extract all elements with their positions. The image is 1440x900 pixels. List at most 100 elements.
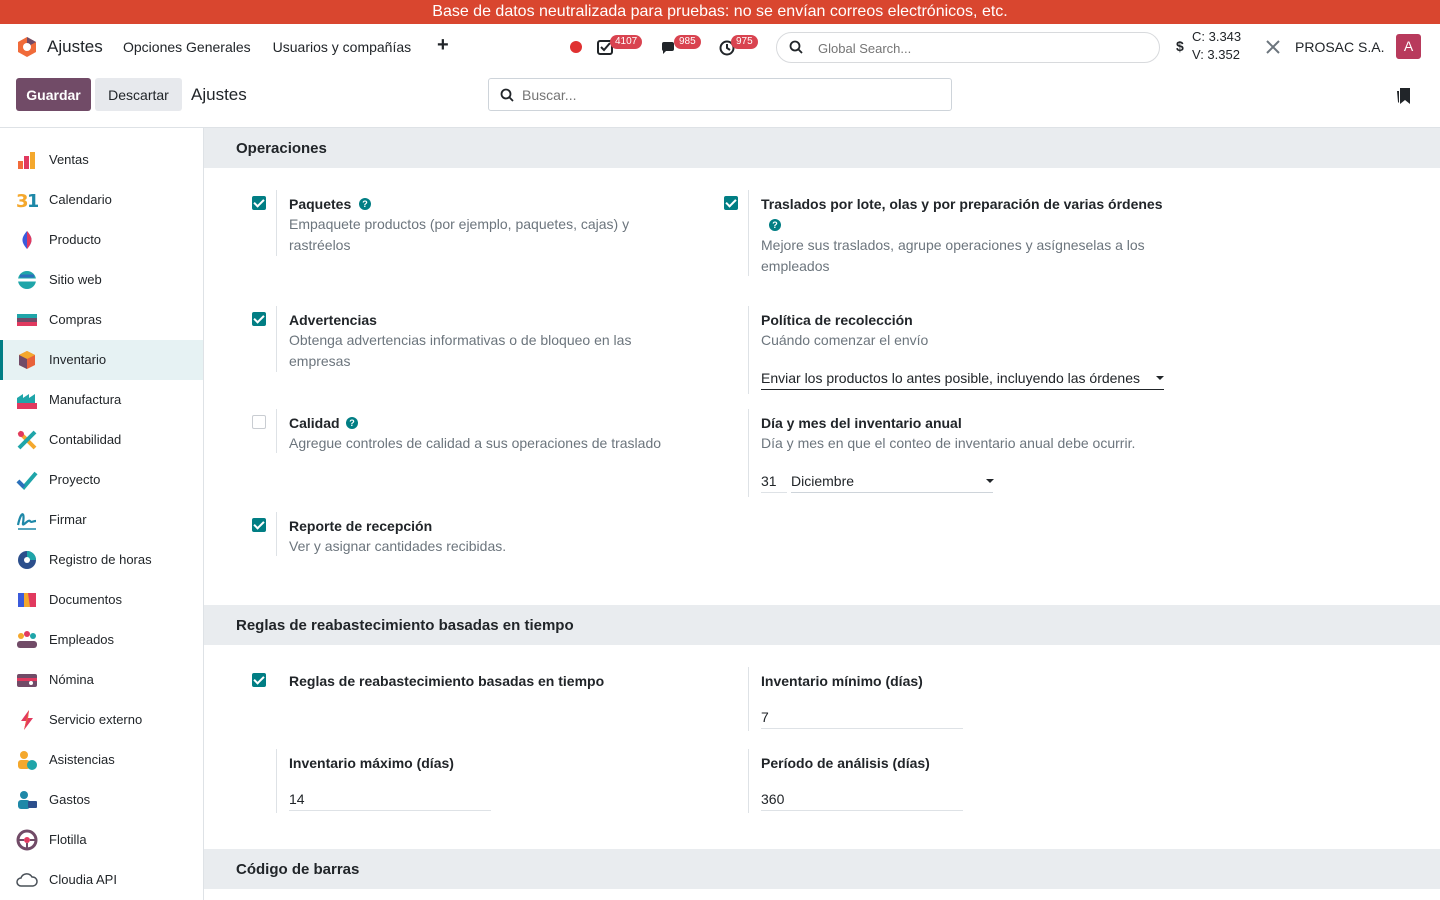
manufacturing-icon xyxy=(17,394,37,409)
app-name[interactable]: Ajustes xyxy=(47,37,103,57)
search-icon xyxy=(789,40,803,54)
currency-icon[interactable]: $ xyxy=(1176,38,1184,54)
sidebar-item-proyecto[interactable]: Proyecto xyxy=(0,460,203,500)
bookmark-icon[interactable] xyxy=(1396,87,1412,105)
chevron-down-icon xyxy=(986,479,994,483)
inventory-icon xyxy=(19,351,35,369)
dia-mes-title: Día y mes del inventario anual xyxy=(761,415,962,431)
cloud-icon xyxy=(16,873,38,887)
sidebar-item-documentos[interactable]: Documentos xyxy=(0,580,203,620)
plus-icon[interactable]: + xyxy=(437,34,449,57)
record-dot-icon[interactable] xyxy=(570,41,582,53)
divider xyxy=(276,409,277,453)
divider xyxy=(276,190,277,256)
control-panel: Guardar Descartar Ajustes xyxy=(0,70,1440,128)
settings-app-sidebar: Ventas 31 Calendario Producto Sitio web … xyxy=(0,128,204,900)
reporte-title: Reporte de recepción xyxy=(289,518,433,534)
sidebar-item-sitio-web[interactable]: Sitio web xyxy=(0,260,203,300)
divider xyxy=(276,512,277,556)
expenses-icon xyxy=(18,791,37,809)
sidebar-item-compras[interactable]: Compras xyxy=(0,300,203,340)
currency-rates[interactable]: C: 3.343 V: 3.352 xyxy=(1192,28,1241,64)
help-icon[interactable]: ? xyxy=(769,219,781,231)
inv-min-title: Inventario mínimo (días) xyxy=(761,673,923,689)
paquetes-desc: Empaquete productos (por ejemplo, paquet… xyxy=(289,216,630,253)
reporte-checkbox[interactable] xyxy=(252,518,266,532)
sidebar-item-contabilidad[interactable]: Contabilidad xyxy=(0,420,203,460)
test-database-banner: Base de datos neutralizada para pruebas:… xyxy=(0,0,1440,24)
sidebar-item-ventas[interactable]: Ventas xyxy=(0,140,203,180)
paquetes-checkbox[interactable] xyxy=(252,196,266,210)
calidad-desc: Agregue controles de calidad a sus opera… xyxy=(289,435,662,451)
sidebar-item-servicio-externo[interactable]: Servicio externo xyxy=(0,700,203,740)
sidebar-item-nomina[interactable]: Nómina xyxy=(0,660,203,700)
advertencias-checkbox[interactable] xyxy=(252,312,266,326)
sidebar-item-manufactura[interactable]: Manufactura xyxy=(0,380,203,420)
project-icon xyxy=(16,471,38,490)
inv-max-title: Inventario máximo (días) xyxy=(289,755,454,771)
user-avatar[interactable]: A xyxy=(1396,34,1421,59)
sidebar-item-inventario[interactable]: Inventario xyxy=(0,340,203,380)
sidebar-item-empleados[interactable]: Empleados xyxy=(0,620,203,660)
politica-select[interactable]: Enviar los productos lo antes posible, i… xyxy=(761,368,1164,390)
save-button[interactable]: Guardar xyxy=(16,78,91,111)
menu-usuarios-companias[interactable]: Usuarios y compañías xyxy=(273,39,412,55)
dia-mes-desc: Día y mes en que el conteo de inventario… xyxy=(761,435,1136,451)
settings-search-input[interactable] xyxy=(522,86,942,104)
global-search-input[interactable] xyxy=(818,39,1148,57)
sidebar-item-calendario[interactable]: 31 Calendario xyxy=(0,180,203,220)
inv-max-input[interactable]: 14 xyxy=(289,789,491,811)
product-icon xyxy=(22,231,32,249)
settings-content: Operaciones Paquetes ? Empaquete product… xyxy=(204,128,1440,900)
settings-search[interactable] xyxy=(488,78,952,111)
c-rate: C: 3.343 xyxy=(1192,29,1242,44)
annual-month-select[interactable]: Diciembre xyxy=(791,471,993,493)
help-icon[interactable]: ? xyxy=(346,417,358,429)
annual-day-input[interactable]: 31 xyxy=(761,471,787,493)
global-search[interactable] xyxy=(776,32,1160,63)
periodo-input[interactable]: 360 xyxy=(761,789,963,811)
sidebar-item-asistencias[interactable]: Asistencias xyxy=(0,740,203,780)
fleet-icon xyxy=(16,829,38,851)
page-title: Ajustes xyxy=(191,85,247,104)
tools-icon[interactable] xyxy=(1264,38,1282,56)
discard-button[interactable]: Descartar xyxy=(95,78,182,111)
reporte-desc: Ver y asignar cantidades recibidas. xyxy=(289,538,507,554)
sales-icon xyxy=(18,152,35,169)
traslados-title: Traslados por lote, olas y por preparaci… xyxy=(761,196,1163,212)
calidad-checkbox[interactable] xyxy=(252,415,266,429)
politica-title: Política de recolección xyxy=(761,312,913,328)
search-icon xyxy=(500,88,514,102)
menu-opciones-generales[interactable]: Opciones Generales xyxy=(123,39,251,55)
traslados-desc: Mejore sus traslados, agrupe operaciones… xyxy=(761,237,1145,274)
calendar-icon: 31 xyxy=(16,191,38,211)
sidebar-item-firmar[interactable]: Firmar xyxy=(0,500,203,540)
sidebar-item-registro-horas[interactable]: Registro de horas xyxy=(0,540,203,580)
v-rate: V: 3.352 xyxy=(1192,47,1240,62)
inv-min-input[interactable]: 7 xyxy=(761,707,963,729)
section-header-operaciones: Operaciones xyxy=(204,128,1440,168)
employees-icon xyxy=(17,631,37,648)
sidebar-item-gastos[interactable]: Gastos xyxy=(0,780,203,820)
activities-badge: 4107 xyxy=(610,35,643,49)
payroll-icon xyxy=(17,674,37,687)
reglas-tiempo-checkbox[interactable] xyxy=(252,673,266,687)
sidebar-item-cloudia-api[interactable]: Cloudia API xyxy=(0,860,203,900)
divider xyxy=(276,749,277,813)
politica-desc: Cuándo comenzar el envío xyxy=(761,332,929,348)
accounting-icon xyxy=(17,430,37,450)
divider xyxy=(276,306,277,372)
periodo-title: Período de análisis (días) xyxy=(761,755,930,771)
top-menu: Opciones Generales Usuarios y compañías xyxy=(123,39,411,55)
sign-icon xyxy=(16,513,37,530)
purchase-icon xyxy=(17,314,37,326)
help-icon[interactable]: ? xyxy=(359,198,371,210)
advertencias-desc: Obtenga advertencias informativas o de b… xyxy=(289,332,632,369)
sidebar-item-producto[interactable]: Producto xyxy=(0,220,203,260)
timers-badge: 975 xyxy=(731,35,758,49)
company-switcher[interactable]: PROSAC S.A. xyxy=(1295,39,1384,55)
sidebar-item-flotilla[interactable]: Flotilla xyxy=(0,820,203,860)
website-icon xyxy=(18,271,36,289)
traslados-checkbox[interactable] xyxy=(724,196,738,210)
odoo-app-icon[interactable] xyxy=(16,36,38,58)
